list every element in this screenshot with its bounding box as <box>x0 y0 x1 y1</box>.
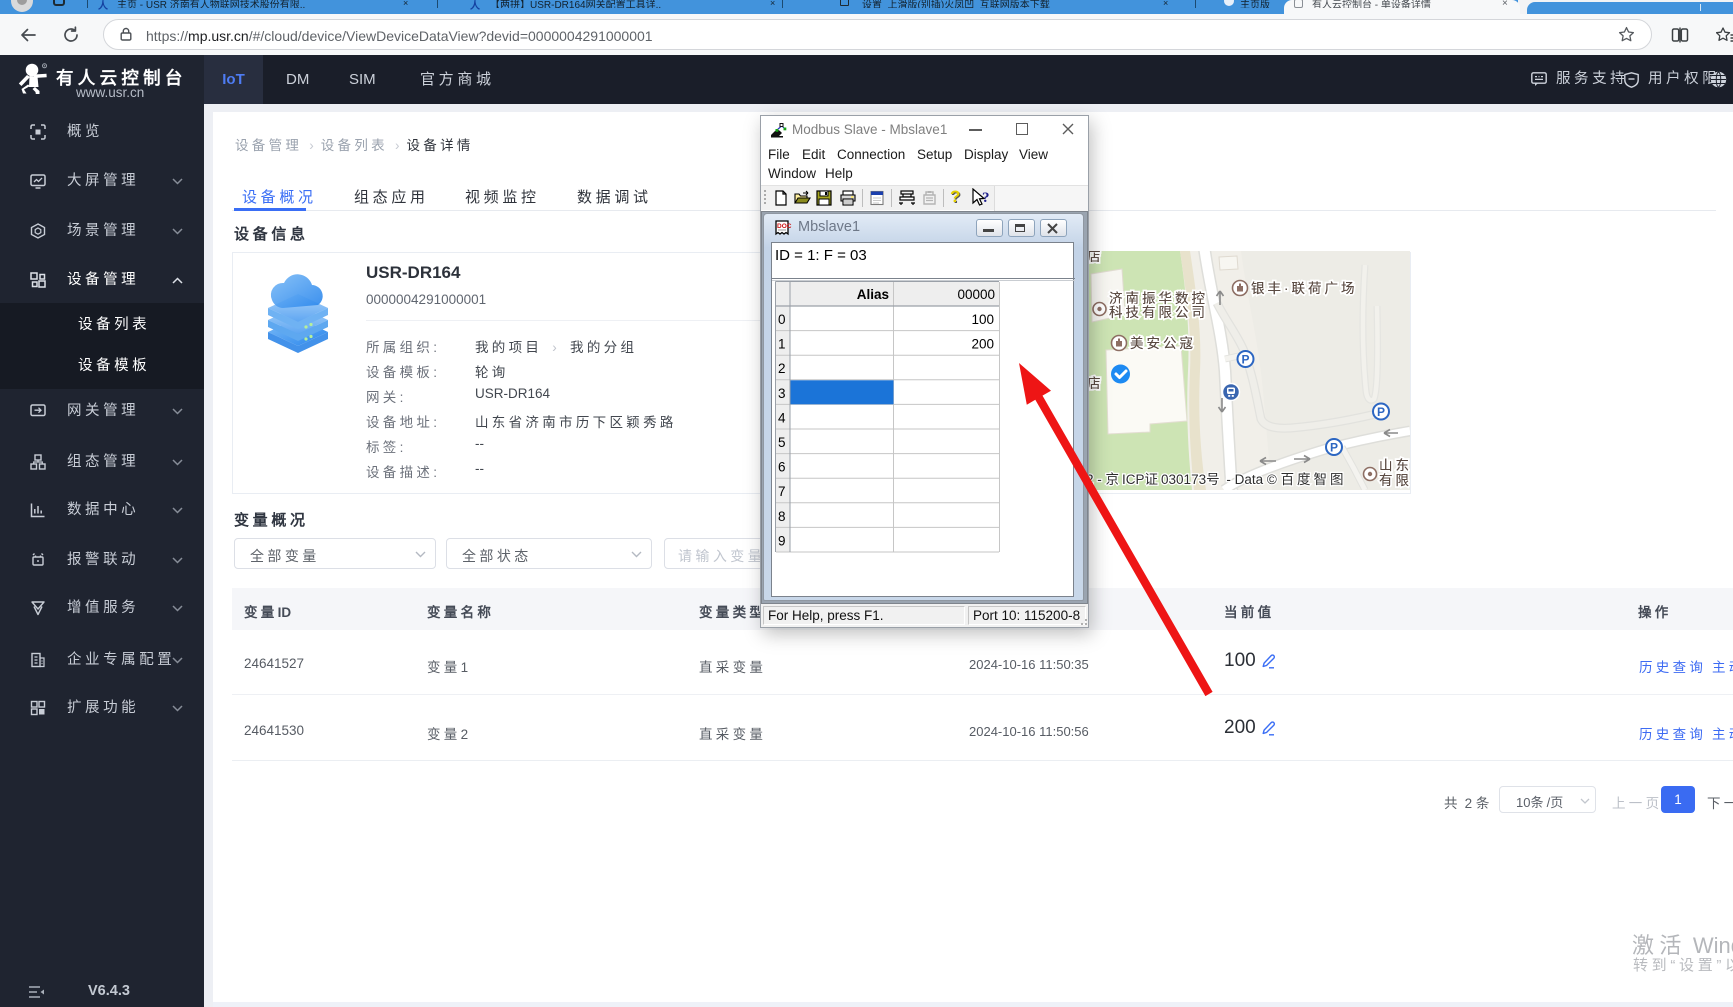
svg-text:美安公寇: 美安公寇 <box>1130 335 1196 351</box>
svg-text:9: 9 <box>778 533 786 548</box>
svg-text:科技有限公司: 科技有限公司 <box>1109 305 1208 320</box>
svg-text:100: 100 <box>971 312 994 327</box>
svg-text:P: P <box>1377 405 1385 419</box>
svg-text:山东科: 山东科 <box>1379 458 1410 473</box>
svg-text:4: 4 <box>778 410 786 425</box>
svg-text:店: 店 <box>1087 376 1104 391</box>
svg-text:店: 店 <box>1087 251 1104 264</box>
svg-text:7: 7 <box>778 484 786 499</box>
svg-text:济南振华数控: 济南振华数控 <box>1109 291 1208 306</box>
svg-text:00000: 00000 <box>957 287 995 302</box>
svg-text:3: 3 <box>778 386 786 401</box>
svg-text:有限公: 有限公 <box>1379 473 1410 488</box>
svg-text:2 - 京ICP证030173号 - Data © 百度智图: 2 - 京ICP证030173号 - Data © 百度智图 <box>1086 472 1347 487</box>
svg-text:0: 0 <box>778 312 786 327</box>
svg-text:P: P <box>1241 353 1249 367</box>
svg-text:1: 1 <box>778 337 786 352</box>
svg-text:?: ? <box>982 190 990 206</box>
svg-text:8: 8 <box>778 509 786 524</box>
svg-text:银丰·联荷广场: 银丰·联荷广场 <box>1251 281 1358 296</box>
svg-text:6: 6 <box>778 460 786 475</box>
svg-text:2: 2 <box>778 361 786 376</box>
svg-text:5: 5 <box>778 435 786 450</box>
svg-text:P: P <box>1330 441 1338 455</box>
svg-text:200: 200 <box>971 337 994 352</box>
svg-text:Alias: Alias <box>857 287 889 302</box>
svg-text:DOC: DOC <box>777 223 792 230</box>
